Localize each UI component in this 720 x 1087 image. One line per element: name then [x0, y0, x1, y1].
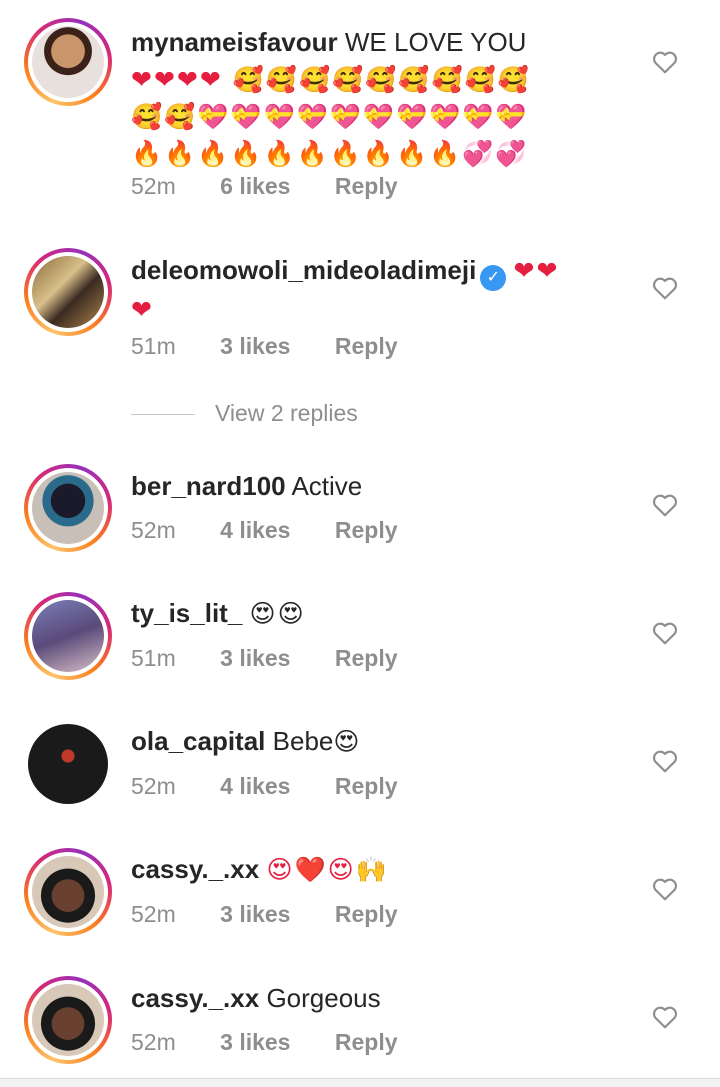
- heart-outline-icon[interactable]: [652, 749, 678, 773]
- comment-meta: 52m 4 likes Reply: [131, 517, 436, 544]
- comment-time: 52m: [131, 901, 176, 927]
- heart-outline-icon[interactable]: [652, 50, 678, 74]
- comment-username[interactable]: ty_is_lit_: [131, 598, 242, 628]
- comment-username[interactable]: deleomowoli_mideoladimeji: [131, 255, 476, 285]
- verified-badge-icon: ✓: [480, 265, 507, 291]
- comment-text: Bebe: [272, 726, 334, 756]
- reply-button[interactable]: Reply: [335, 1029, 398, 1055]
- reply-button[interactable]: Reply: [335, 333, 398, 359]
- heart-outline-icon[interactable]: [652, 276, 678, 300]
- comment-text: Gorgeous: [266, 983, 381, 1013]
- reply-button[interactable]: Reply: [335, 901, 398, 927]
- comment-username[interactable]: cassy._.xx: [131, 854, 259, 884]
- comment-time: 52m: [131, 773, 176, 799]
- comment-username[interactable]: ola_capital: [131, 726, 265, 756]
- reply-button[interactable]: Reply: [335, 173, 398, 199]
- comment-time: 51m: [131, 645, 176, 671]
- comment-text: WE LOVE YOU: [344, 27, 527, 57]
- comment-likes[interactable]: 6 likes: [220, 173, 290, 199]
- reply-button[interactable]: Reply: [335, 645, 398, 671]
- heart-outline-icon[interactable]: [652, 1005, 678, 1029]
- comment-emoji: ❤❤❤❤ 🥰🥰🥰🥰🥰🥰🥰🥰🥰 🥰🥰💝💝💝💝💝💝💝💝💝💝 🔥🔥🔥🔥🔥🔥🔥🔥🔥🔥💞💞: [131, 65, 531, 168]
- comment-likes[interactable]: 4 likes: [220, 517, 290, 543]
- comment-text: Active: [291, 471, 363, 501]
- avatar[interactable]: [24, 18, 112, 106]
- comment-likes[interactable]: 3 likes: [220, 645, 290, 671]
- comment-likes[interactable]: 3 likes: [220, 901, 290, 927]
- comment-time: 52m: [131, 517, 176, 543]
- comment-username[interactable]: cassy._.xx: [131, 983, 259, 1013]
- comment-username[interactable]: mynameisfavour: [131, 27, 338, 57]
- comment-emoji: 😍: [333, 727, 362, 756]
- heart-outline-icon[interactable]: [652, 493, 678, 517]
- comment-likes[interactable]: 4 likes: [220, 773, 290, 799]
- comment-meta: 52m 3 likes Reply: [131, 901, 436, 928]
- heart-outline-icon[interactable]: [652, 621, 678, 645]
- comment-meta: 51m 3 likes Reply: [131, 333, 436, 360]
- comment-meta: 52m 3 likes Reply: [131, 1029, 436, 1056]
- comment-meta: 52m 6 likes Reply: [131, 173, 436, 200]
- heart-outline-icon[interactable]: [652, 877, 678, 901]
- comment-time: 51m: [131, 333, 176, 359]
- comment-username[interactable]: ber_nard100: [131, 471, 286, 501]
- avatar[interactable]: [24, 592, 112, 680]
- reply-button[interactable]: Reply: [335, 517, 398, 543]
- comment-time: 52m: [131, 173, 176, 199]
- avatar[interactable]: [24, 464, 112, 552]
- comment-meta: 51m 3 likes Reply: [131, 645, 436, 672]
- comment-likes[interactable]: 3 likes: [220, 333, 290, 359]
- comment-meta: 52m 4 likes Reply: [131, 773, 436, 800]
- comment-emoji: 😍😍: [249, 599, 306, 628]
- comment-emoji: 😍❤️😍🙌: [266, 855, 389, 884]
- avatar[interactable]: [24, 848, 112, 936]
- reply-button[interactable]: Reply: [335, 773, 398, 799]
- view-replies-button[interactable]: View 2 replies: [131, 400, 358, 427]
- divider: [131, 414, 195, 416]
- comment-likes[interactable]: 3 likes: [220, 1029, 290, 1055]
- avatar[interactable]: [24, 976, 112, 1064]
- comment-time: 52m: [131, 1029, 176, 1055]
- avatar[interactable]: [24, 248, 112, 336]
- view-replies-label[interactable]: View 2 replies: [215, 400, 358, 426]
- avatar[interactable]: [24, 720, 112, 808]
